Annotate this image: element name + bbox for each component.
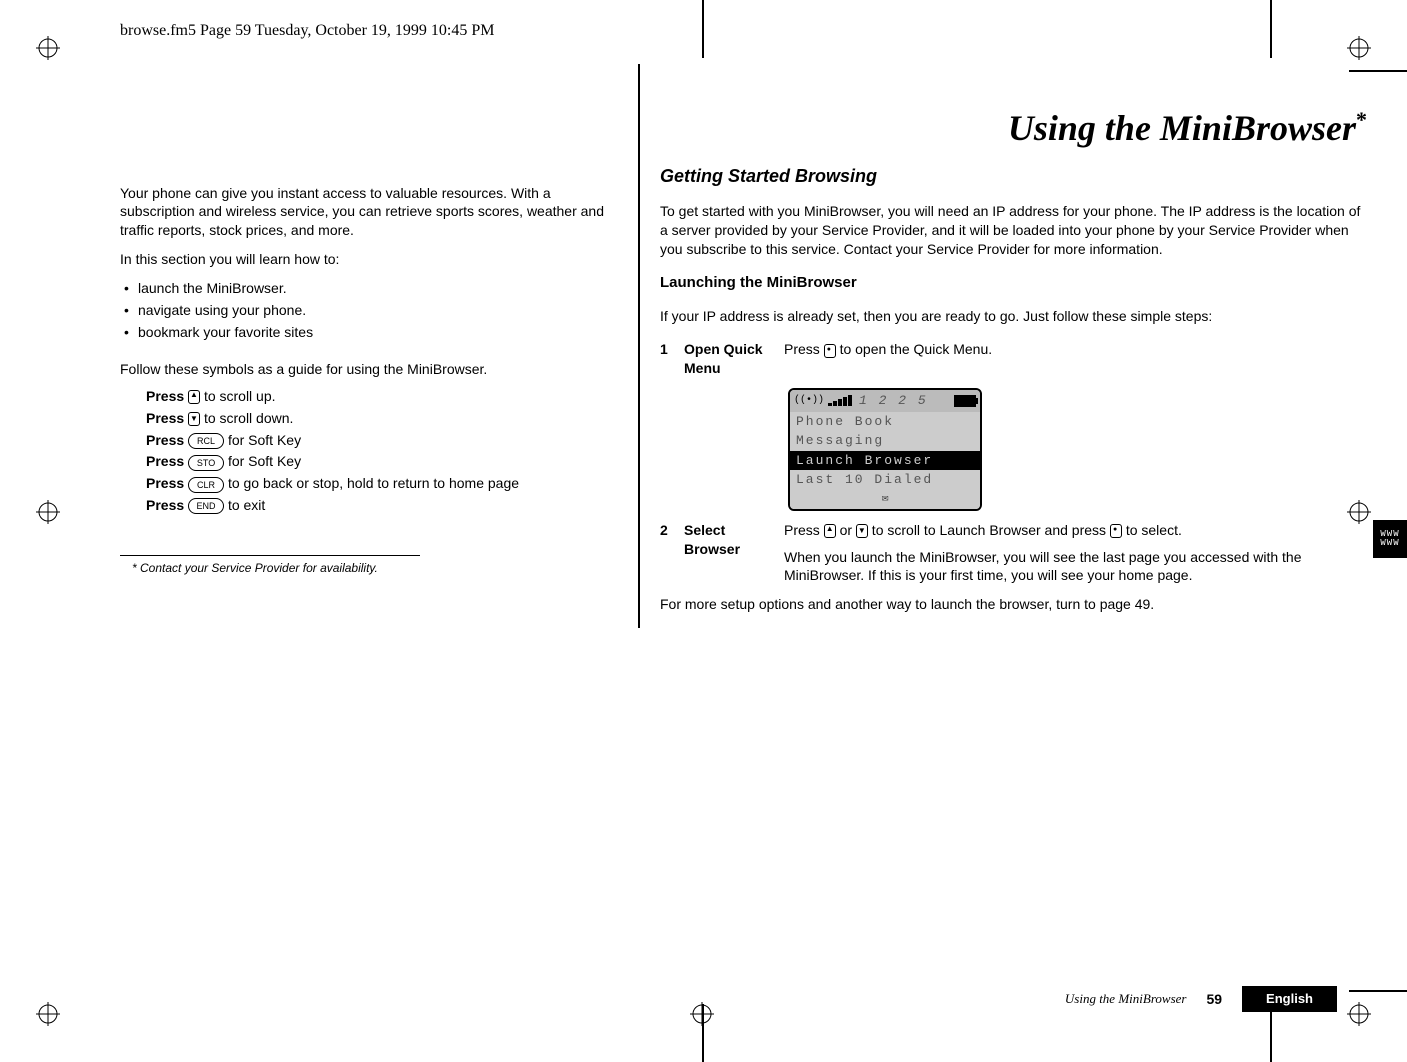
guide-scroll-up: Press to scroll up. <box>146 387 610 406</box>
after-steps-paragraph: For more setup options and another way t… <box>660 595 1367 614</box>
follow-paragraph: Follow these symbols as a guide for usin… <box>120 360 610 379</box>
down-arrow-icon <box>856 524 868 538</box>
step-1: 1 Open Quick Menu Press to open the Quic… <box>660 340 1367 378</box>
page-footer: Using the MiniBrowser 59 English <box>760 986 1337 1012</box>
phone-clock: 1 2 2 5 <box>859 392 928 410</box>
footer-language-badge: English <box>1242 986 1337 1012</box>
registration-mark <box>36 36 60 60</box>
bullet-launch: launch the MiniBrowser. <box>124 279 610 298</box>
subheading-launching: Launching the MiniBrowser <box>660 273 1367 293</box>
footnote-text: * Contact your Service Provider for avai… <box>120 560 610 576</box>
softkey-row: ✉ <box>790 490 980 509</box>
down-arrow-icon <box>188 412 200 426</box>
symbol-guide: Press to scroll up. Press to scroll down… <box>120 387 610 515</box>
end-key-icon: END <box>188 498 224 514</box>
footer-chapter-title: Using the MiniBrowser <box>1065 990 1187 1008</box>
clr-key-icon: CLR <box>188 477 224 493</box>
guide-clr: Press CLR to go back or stop, hold to re… <box>146 474 610 493</box>
bullet-bookmark: bookmark your favorite sites <box>124 323 610 342</box>
footnote-rule <box>120 555 420 556</box>
section-tab-www: WWW WWW <box>1373 520 1407 558</box>
step-number: 2 <box>660 521 684 540</box>
section-tab-line2: WWW <box>1380 539 1399 548</box>
step-2: 2 Select Browser Press or to scroll to L… <box>660 521 1367 586</box>
battery-icon <box>954 395 976 407</box>
step-desc: Press or to scroll to Launch Browser and… <box>784 521 1367 586</box>
select-key-icon <box>1110 524 1122 538</box>
rcl-key-icon: RCL <box>188 433 224 449</box>
step-number: 1 <box>660 340 684 359</box>
bullet-navigate: navigate using your phone. <box>124 301 610 320</box>
antenna-icon: ((•)) <box>794 394 824 408</box>
phone-screen: ((•)) 1 2 2 5 Phone Book Messaging Launc… <box>788 388 982 511</box>
footnote-star: * <box>1356 107 1367 132</box>
signal-icon <box>828 395 853 406</box>
guide-rcl: Press RCL for Soft Key <box>146 431 610 450</box>
registration-mark <box>36 500 60 524</box>
phone-status-bar: ((•)) 1 2 2 5 <box>790 390 980 412</box>
footer-page-number: 59 <box>1206 990 1222 1009</box>
getting-started-paragraph: To get started with you MiniBrowser, you… <box>660 202 1367 259</box>
intro-paragraph-1: Your phone can give you instant access t… <box>120 184 610 241</box>
running-header: browse.fm5 Page 59 Tuesday, October 19, … <box>120 20 1367 42</box>
section-heading-getting-started: Getting Started Browsing <box>660 164 1367 188</box>
step-desc: Press to open the Quick Menu. <box>784 340 1367 359</box>
chapter-title: Using the MiniBrowser* <box>660 104 1367 153</box>
envelope-icon: ✉ <box>882 493 889 505</box>
step-2-note: When you launch the MiniBrowser, you wil… <box>784 548 1367 586</box>
sto-key-icon: STO <box>188 455 224 471</box>
select-key-icon <box>824 344 836 358</box>
guide-sto: Press STO for Soft Key <box>146 452 610 471</box>
registration-mark <box>36 1002 60 1026</box>
menu-item-last-dialed: Last 10 Dialed <box>790 470 980 490</box>
up-arrow-icon <box>824 524 836 538</box>
menu-item-messaging: Messaging <box>790 431 980 451</box>
intro-paragraph-2: In this section you will learn how to: <box>120 250 610 269</box>
step-label: Open Quick Menu <box>684 340 784 378</box>
menu-item-launch-browser: Launch Browser <box>790 451 980 471</box>
menu-item-phone-book: Phone Book <box>790 412 980 432</box>
launching-intro: If your IP address is already set, then … <box>660 307 1367 326</box>
up-arrow-icon <box>188 390 200 404</box>
step-label: Select Browser <box>684 521 784 559</box>
guide-end: Press END to exit <box>146 496 610 515</box>
guide-scroll-down: Press to scroll down. <box>146 409 610 428</box>
